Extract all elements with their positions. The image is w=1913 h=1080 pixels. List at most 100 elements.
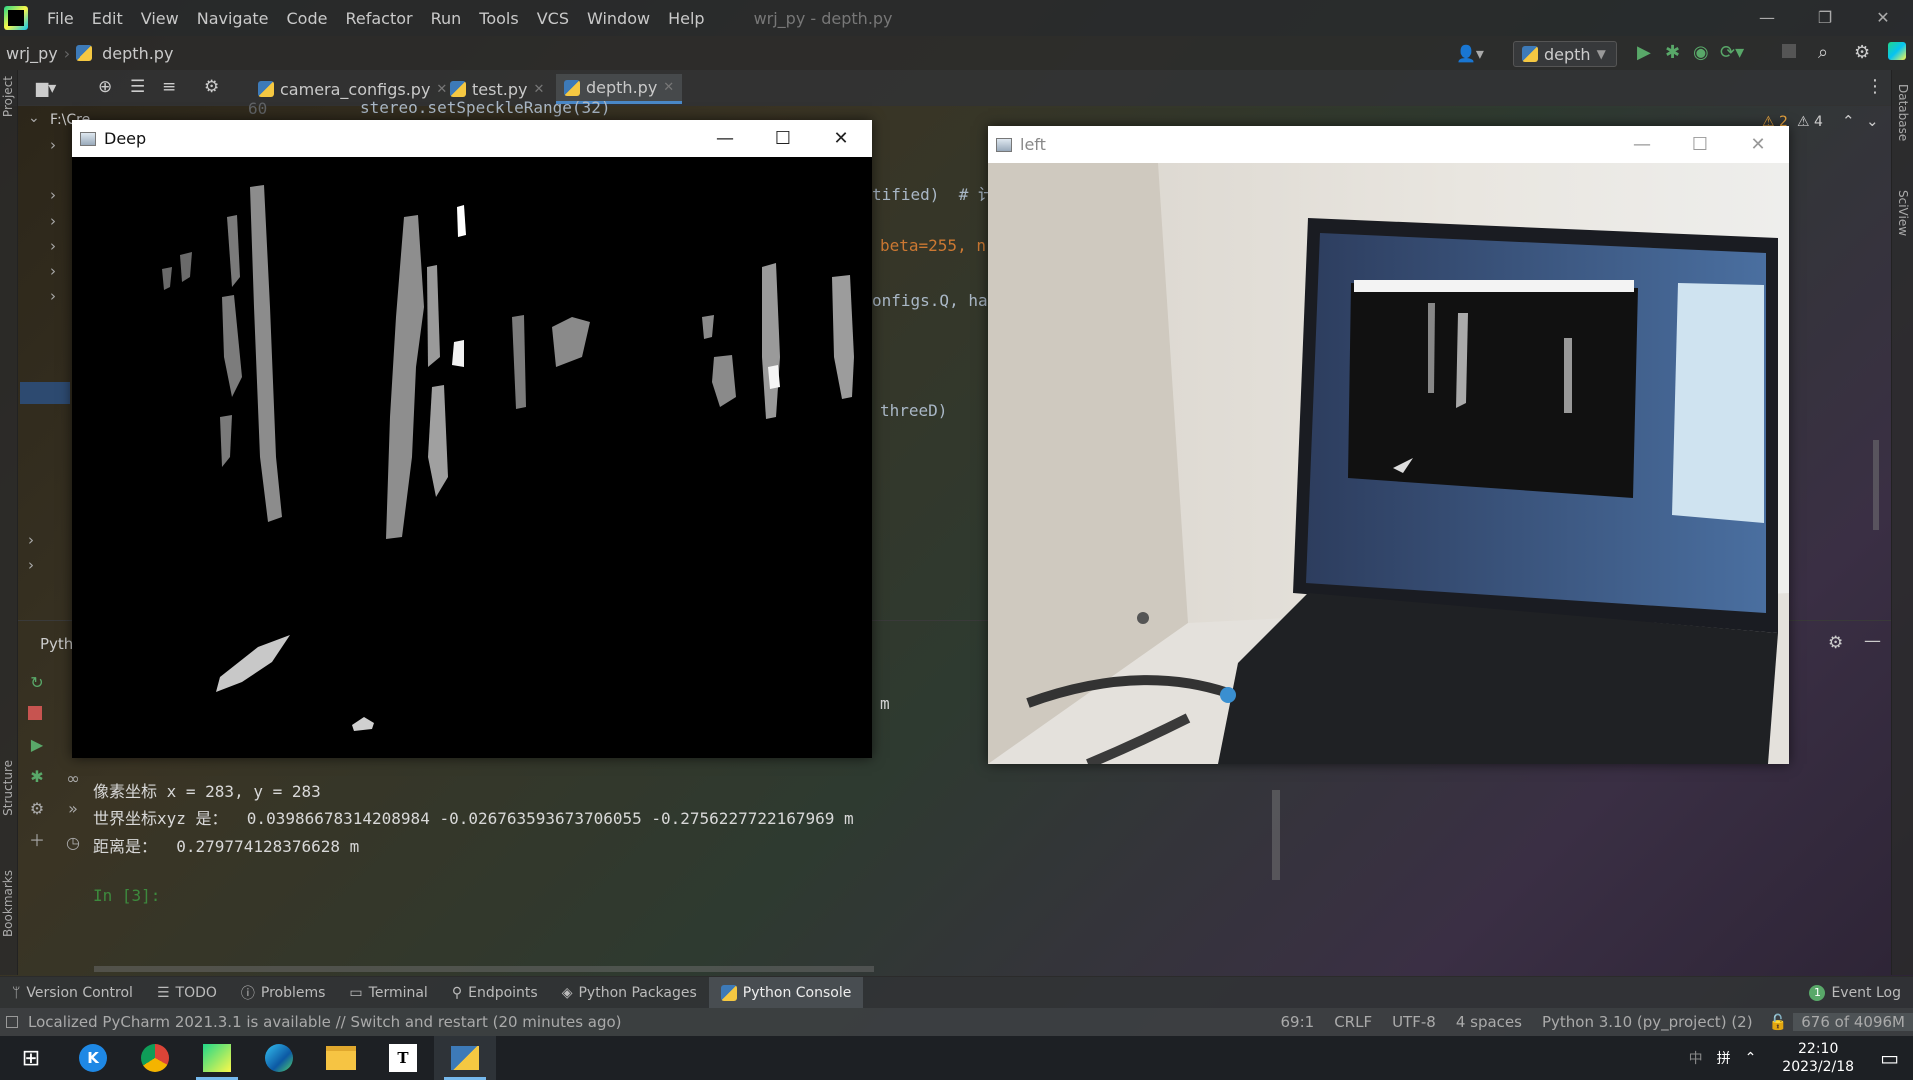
start-button[interactable]: ⊞	[0, 1036, 62, 1080]
project-tool-button[interactable]: Project	[1, 76, 15, 117]
collapse-all-icon[interactable]: ≡	[162, 77, 176, 97]
menu-edit[interactable]: Edit	[83, 9, 132, 28]
close-button[interactable]: ✕	[812, 120, 870, 157]
menu-tools[interactable]: Tools	[470, 9, 527, 28]
console-prompt[interactable]: In [3]:	[93, 886, 160, 905]
breadcrumb-project[interactable]: wrj_py	[0, 44, 64, 63]
add-icon[interactable]: ＋	[28, 832, 46, 850]
menu-vcs[interactable]: VCS	[528, 9, 578, 28]
chevron-right-icon[interactable]: ›	[50, 287, 56, 305]
taskbar-explorer[interactable]	[310, 1036, 372, 1080]
menu-navigate[interactable]: Navigate	[188, 9, 278, 28]
minimize-button[interactable]: —	[1738, 0, 1796, 36]
editor-scrollbar[interactable]	[1873, 440, 1879, 530]
taskbar-python[interactable]	[434, 1036, 496, 1080]
menu-window[interactable]: Window	[578, 9, 659, 28]
code-fragment[interactable]: onfigs.Q, ha	[872, 291, 988, 310]
menu-help[interactable]: Help	[659, 9, 713, 28]
event-log-button[interactable]: 1 Event Log	[1797, 977, 1913, 1008]
menu-code[interactable]: Code	[278, 9, 337, 28]
expand-all-icon[interactable]: ☰	[130, 77, 145, 97]
lock-icon[interactable]: 🔓	[1763, 1013, 1794, 1031]
tool-todo[interactable]: ☰ TODO	[145, 977, 229, 1008]
weak-warning-count[interactable]: ⚠ 4	[1797, 114, 1823, 130]
show-variables-icon[interactable]: ∞	[64, 770, 82, 788]
ime-mode[interactable]: 拼	[1717, 1048, 1731, 1068]
gear-icon[interactable]: ⚙	[1828, 633, 1843, 653]
rerun-icon[interactable]: ↻	[28, 674, 46, 692]
restore-button[interactable]: ❐	[1796, 0, 1854, 36]
left-window-titlebar[interactable]: left — ☐ ✕	[988, 126, 1789, 163]
taskbar-pycharm[interactable]	[186, 1036, 248, 1080]
debug-icon[interactable]: ✱	[1665, 42, 1680, 63]
selected-tree-row[interactable]	[20, 382, 70, 404]
tool-problems[interactable]: ⓘ Problems	[229, 977, 338, 1008]
profile-icon[interactable]: ⟳▾	[1720, 42, 1744, 63]
chevron-right-icon[interactable]: ›	[50, 212, 56, 230]
line-separator[interactable]: CRLF	[1324, 1013, 1382, 1031]
status-message[interactable]: Localized PyCharm 2021.3.1 is available …	[28, 1013, 622, 1031]
menu-run[interactable]: Run	[422, 9, 471, 28]
locate-icon[interactable]: ⊕	[98, 77, 112, 97]
chevron-down-icon[interactable]: ⌄	[28, 110, 40, 126]
taskbar-app[interactable]: K	[62, 1036, 124, 1080]
more-icon[interactable]: ⋮	[1866, 76, 1884, 97]
tool-python-packages[interactable]: ◈ Python Packages	[550, 977, 709, 1008]
indent-setting[interactable]: 4 spaces	[1446, 1013, 1532, 1031]
notification-icon[interactable]: ▭	[1880, 1046, 1899, 1070]
code-line[interactable]: stereo.setSpeckleRange(32)	[360, 98, 610, 117]
chevron-right-icon[interactable]: ›	[50, 262, 56, 280]
stop-icon[interactable]	[28, 706, 42, 720]
menu-view[interactable]: View	[132, 9, 188, 28]
gear-icon[interactable]: ⚙	[1854, 42, 1870, 63]
taskbar-edge[interactable]	[248, 1036, 310, 1080]
folder-icon[interactable]: ▆▾	[36, 78, 56, 97]
clock[interactable]: 22:10 2023/2/18	[1782, 1040, 1854, 1076]
hide-panel-icon[interactable]: —	[1864, 631, 1881, 651]
minimize-button[interactable]: —	[1613, 126, 1671, 163]
camera-image[interactable]	[988, 163, 1789, 764]
left-camera-window[interactable]: left — ☐ ✕	[988, 126, 1789, 764]
run-icon[interactable]: ▶	[28, 736, 46, 754]
sciview-tool-button[interactable]: SciView	[1896, 190, 1910, 236]
close-button[interactable]: ✕	[1854, 0, 1912, 36]
tool-endpoints[interactable]: ⚲ Endpoints	[440, 977, 550, 1008]
caret-position[interactable]: 69:1	[1271, 1013, 1325, 1031]
code-fragment[interactable]: tified) # 计	[872, 181, 994, 205]
menu-file[interactable]: File	[38, 9, 83, 28]
tool-python-console[interactable]: Python Console	[708, 977, 864, 1008]
maximize-button[interactable]: ☐	[754, 120, 812, 157]
chevron-up-icon[interactable]: ⌃	[1842, 112, 1855, 130]
panel-toggle-icon[interactable]	[6, 1016, 18, 1028]
settings-icon[interactable]: ⚙	[28, 800, 46, 818]
ime-language[interactable]: 中	[1689, 1048, 1703, 1068]
run-icon[interactable]: ▶	[1637, 42, 1651, 63]
bookmarks-tool-button[interactable]: Bookmarks	[1, 870, 15, 937]
chevron-right-icon[interactable]: ›	[28, 531, 34, 549]
console-vscrollbar[interactable]	[1272, 790, 1280, 880]
taskbar-chrome[interactable]	[124, 1036, 186, 1080]
depth-map-image[interactable]	[72, 157, 872, 758]
console-hscrollbar[interactable]	[94, 966, 874, 972]
code-fragment[interactable]: threeD)	[880, 401, 947, 420]
tool-version-control[interactable]: ᛘ Version Control	[0, 977, 145, 1008]
tool-terminal[interactable]: ▭ Terminal	[337, 977, 439, 1008]
toolbox-icon[interactable]	[1888, 42, 1906, 60]
code-fragment[interactable]: beta=255, n	[880, 236, 986, 255]
chevron-right-icon[interactable]: ›	[50, 186, 56, 204]
run-config-selector[interactable]: depth ▼	[1513, 41, 1617, 67]
settings-icon[interactable]: ⚙	[204, 77, 219, 97]
close-tab-icon[interactable]: ✕	[533, 82, 544, 97]
database-tool-button[interactable]: Database	[1896, 84, 1910, 141]
user-icon[interactable]: 👤▾	[1456, 44, 1484, 63]
taskbar-typora[interactable]: T	[372, 1036, 434, 1080]
breadcrumb-file[interactable]: depth.py	[96, 44, 179, 63]
history-icon[interactable]: ◷	[64, 834, 82, 852]
memory-indicator[interactable]: 676 of 4096M	[1793, 1013, 1913, 1031]
interpreter-selector[interactable]: Python 3.10 (py_project) (2)	[1532, 1013, 1763, 1031]
deep-window-titlebar[interactable]: Deep — ☐ ✕	[72, 120, 872, 157]
search-icon[interactable]: ⌕	[1818, 42, 1828, 63]
command-queue-icon[interactable]: »	[64, 800, 82, 818]
chevron-right-icon[interactable]: ›	[28, 556, 34, 574]
deep-window[interactable]: Deep — ☐ ✕	[72, 120, 872, 758]
